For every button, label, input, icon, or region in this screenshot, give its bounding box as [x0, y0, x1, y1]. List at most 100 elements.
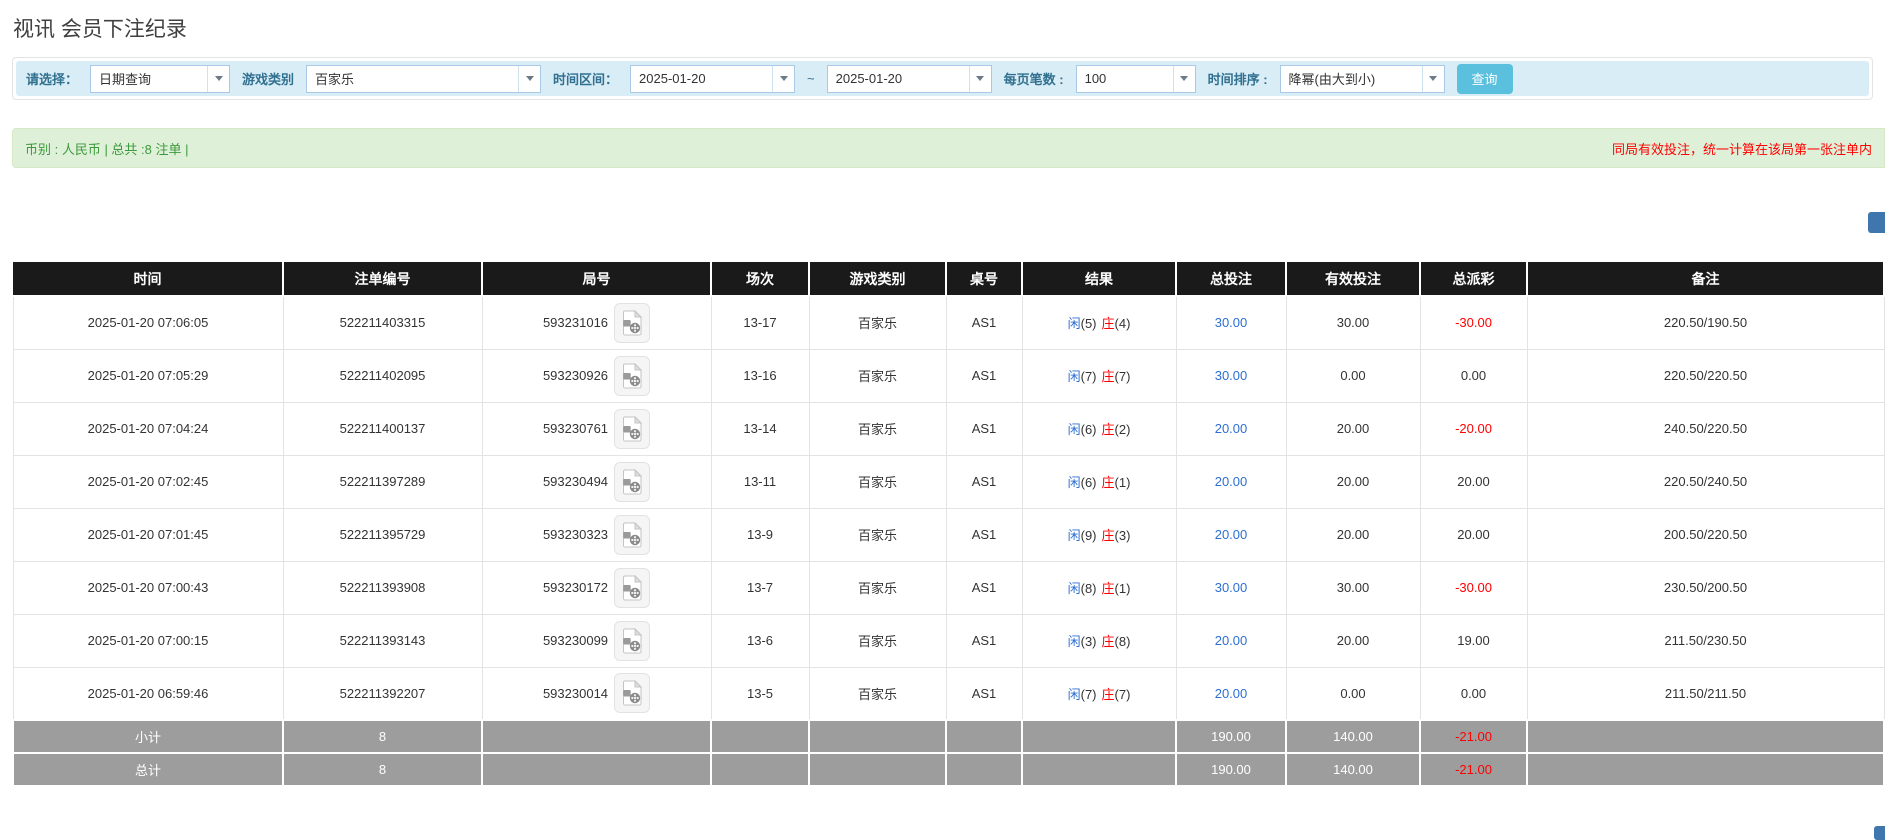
cell-note: 200.50/220.50: [1526, 507, 1885, 562]
cell-total-bet[interactable]: 20.00: [1175, 613, 1287, 668]
video-replay-icon[interactable]: [614, 673, 651, 714]
result-banker-score: (2): [1114, 422, 1131, 437]
total-bet-link[interactable]: 30.00: [1215, 368, 1248, 383]
cell-result: 闲(5) 庄(4): [1021, 295, 1177, 350]
cell-bet-id: 522211397289: [282, 454, 483, 509]
result-player-score: (7): [1080, 686, 1097, 702]
result-player-score: (6): [1080, 422, 1097, 437]
total-payout: -21.00: [1419, 752, 1528, 787]
cell-round: 593230172: [481, 560, 712, 615]
cell-session: 13-7: [710, 560, 810, 615]
video-replay-icon[interactable]: [614, 567, 651, 608]
query-type-combobox[interactable]: 日期查询: [90, 64, 231, 93]
result-banker: 庄: [1101, 475, 1115, 490]
select-type-label: 请选择：: [26, 72, 79, 87]
result-player: 闲: [1067, 686, 1081, 702]
total-bet-link[interactable]: 20.00: [1215, 527, 1248, 542]
date-from-combobox[interactable]: 2025-01-20: [630, 64, 796, 93]
table-row: 2025-01-20 07:02:45 522211397289 5932304…: [12, 454, 1885, 509]
result-banker: 庄: [1101, 634, 1115, 649]
cell-bet-id: 522211392207: [282, 666, 483, 721]
video-replay-icon[interactable]: [614, 461, 651, 502]
result-banker-score: (7): [1114, 686, 1131, 702]
total-bet-link[interactable]: 30.00: [1215, 315, 1248, 330]
total-bet-link[interactable]: 20.00: [1215, 474, 1248, 489]
cell-bet-id: 522211400137: [282, 401, 483, 456]
subtotal-payout: -21.00: [1419, 719, 1528, 754]
result-banker-score: (7): [1114, 369, 1131, 384]
cell-total-bet[interactable]: 20.00: [1175, 507, 1287, 562]
table-row: 2025-01-20 07:04:24 522211400137 5932307…: [12, 401, 1885, 456]
search-button[interactable]: 查询: [1456, 63, 1513, 94]
cell-total-bet[interactable]: 20.00: [1175, 454, 1287, 509]
result-player: 闲: [1067, 528, 1081, 543]
round-number: 593230323: [542, 527, 609, 542]
cell-time: 2025-01-20 06:59:46: [12, 666, 284, 721]
round-number: 593230014: [542, 685, 609, 701]
cell-table: AS1: [945, 507, 1023, 562]
cell-session: 13-11: [710, 454, 810, 509]
cell-table: AS1: [945, 401, 1023, 456]
cell-total-bet[interactable]: 30.00: [1175, 560, 1287, 615]
result-banker: 庄: [1101, 528, 1115, 543]
video-replay-icon[interactable]: [614, 355, 651, 396]
total-bet-link[interactable]: 20.00: [1215, 421, 1248, 436]
cell-time: 2025-01-20 07:00:43: [12, 560, 284, 615]
cell-total-bet[interactable]: 20.00: [1175, 401, 1287, 456]
video-replay-icon[interactable]: [614, 408, 651, 449]
cell-total-bet[interactable]: 20.00: [1175, 666, 1287, 721]
total-total-bet: 190.00: [1175, 752, 1287, 787]
page-size-label: 每页笔数 :: [1003, 72, 1064, 87]
col-header-session: 场次: [711, 262, 810, 297]
video-replay-icon[interactable]: [614, 514, 651, 555]
chevron-down-icon: [976, 76, 985, 81]
chevron-down-icon: [1429, 76, 1438, 81]
game-type-dropdown-button[interactable]: [518, 65, 541, 92]
date-from-dropdown-button[interactable]: [772, 65, 795, 92]
cutoff-button-fragment-top[interactable]: [1868, 212, 1885, 233]
result-player: 闲: [1067, 422, 1081, 437]
cell-total-bet[interactable]: 30.00: [1175, 295, 1287, 350]
filter-bar: 请选择： 日期查询 游戏类别 百家乐 时间区间： 2025-01-20 ~ 20…: [16, 61, 1869, 96]
cell-game-type: 百家乐: [808, 507, 947, 562]
date-to-dropdown-button[interactable]: [968, 65, 991, 92]
cell-note: 220.50/190.50: [1526, 295, 1885, 350]
cutoff-button-fragment-bottom[interactable]: [1874, 826, 1885, 840]
col-header-total-bet: 总投注: [1176, 262, 1287, 297]
cell-time: 2025-01-20 07:06:05: [12, 295, 284, 350]
date-range-label: 时间区间：: [553, 72, 619, 87]
cell-time: 2025-01-20 07:04:24: [12, 401, 284, 456]
cell-note: 211.50/211.50: [1526, 666, 1885, 721]
total-bet-link[interactable]: 20.00: [1215, 686, 1248, 701]
cell-round: 593230761: [481, 401, 712, 456]
page-size-combobox[interactable]: 100: [1075, 64, 1196, 93]
cell-payout: -20.00: [1419, 401, 1528, 456]
video-replay-icon[interactable]: [614, 620, 651, 661]
cell-table: AS1: [945, 454, 1023, 509]
time-sort-dropdown-button[interactable]: [1421, 65, 1444, 92]
cell-note: 220.50/240.50: [1526, 454, 1885, 509]
video-replay-icon[interactable]: [614, 302, 651, 343]
total-bet-link[interactable]: 30.00: [1215, 580, 1248, 595]
query-type-dropdown-button[interactable]: [207, 65, 230, 92]
result-player-score: (7): [1080, 369, 1097, 384]
game-type-label: 游戏类别: [242, 72, 295, 87]
total-bet-link[interactable]: 20.00: [1215, 633, 1248, 648]
chevron-down-icon: [525, 76, 534, 81]
cell-game-type: 百家乐: [808, 560, 947, 615]
game-type-combobox[interactable]: 百家乐: [306, 64, 542, 93]
page-size-dropdown-button[interactable]: [1172, 65, 1195, 92]
cell-valid-bet: 20.00: [1285, 454, 1421, 509]
result-banker-score: (1): [1114, 581, 1131, 596]
date-range-separator: ~: [807, 71, 815, 86]
cell-total-bet[interactable]: 30.00: [1175, 348, 1287, 403]
cell-valid-bet: 0.00: [1285, 666, 1421, 721]
result-player: 闲: [1067, 634, 1081, 649]
time-sort-combobox[interactable]: 降幂(由大到小): [1279, 64, 1445, 93]
cell-bet-id: 522211403315: [282, 295, 483, 350]
result-player-score: (5): [1080, 316, 1097, 332]
date-to-combobox[interactable]: 2025-01-20: [826, 64, 992, 93]
col-header-payout: 总派彩: [1420, 262, 1528, 297]
cell-session: 13-6: [710, 613, 810, 668]
result-banker: 庄: [1101, 316, 1115, 332]
